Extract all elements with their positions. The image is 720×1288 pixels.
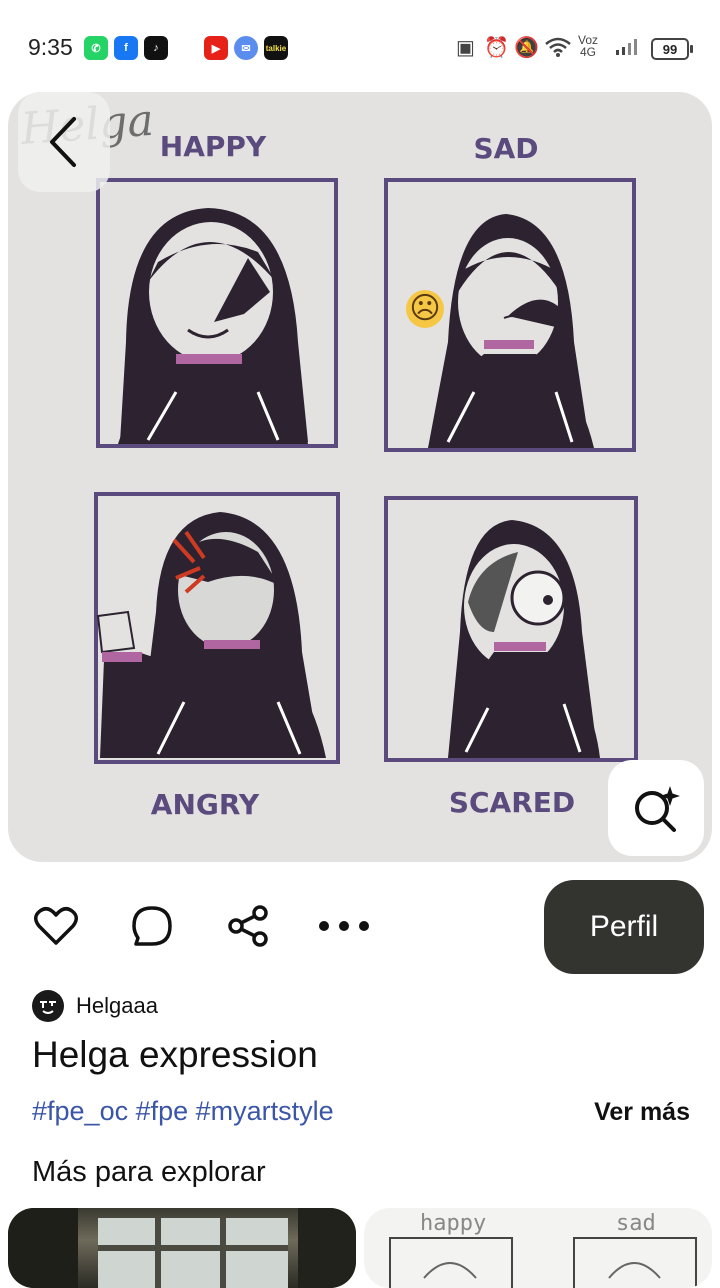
panel-label-scared: SCARED: [449, 786, 575, 819]
ellipsis-icon: [319, 921, 369, 931]
explore-thumbnail-2[interactable]: happy sad: [364, 1208, 712, 1288]
thumbnail-label-sad: sad: [616, 1211, 656, 1236]
panel-label-sad: SAD: [473, 132, 538, 165]
expression-sheet-artwork: Helga HAPPY SAD ANGRY SCARED: [18, 95, 638, 821]
comment-bubble-icon: [132, 906, 172, 946]
talkie-icon: talkie: [264, 36, 288, 60]
thumbnail-sketch: happy sad: [389, 1211, 697, 1288]
author-name[interactable]: Helgaaa: [76, 993, 158, 1019]
panel-label-angry: ANGRY: [151, 788, 260, 821]
status-time: 9:35: [28, 34, 73, 60]
more-options-button[interactable]: [318, 900, 370, 952]
thumbnail-label-happy: happy: [420, 1211, 486, 1236]
status-bar: 9:35 ✆ f ♪ ▶ ✉ talkie ▣ ⏰ 🔕 Voz 4G 99: [0, 0, 720, 92]
figure-happy: [118, 208, 308, 444]
visual-search-button[interactable]: [608, 760, 704, 856]
see-more-link[interactable]: Ver más: [594, 1098, 690, 1127]
network-label-bottom: 4G: [580, 45, 597, 59]
pin-image[interactable]: Helga HAPPY SAD ANGRY SCARED: [8, 92, 712, 862]
facebook-icon: f: [114, 36, 138, 60]
figure-angry: [96, 512, 326, 758]
hashtags-link[interactable]: #fpe_oc #fpe #myartstyle: [32, 1096, 334, 1127]
battery-indicator: 99: [651, 38, 693, 60]
messenger-icon: ✉: [234, 36, 258, 60]
alarm-icon: ⏰: [484, 37, 509, 59]
signal-icon: [614, 36, 642, 62]
thumbnail-photo: [8, 1208, 356, 1288]
share-button[interactable]: [222, 900, 274, 952]
nfc-icon: ▣: [456, 37, 475, 59]
comment-button[interactable]: [126, 900, 178, 952]
profile-button[interactable]: Perfil: [544, 880, 704, 974]
bell-muted-icon: 🔕: [514, 37, 539, 59]
figure-sad: [428, 214, 594, 448]
panel-label-happy: HAPPY: [160, 130, 267, 163]
network-type: Voz 4G: [578, 34, 598, 58]
whatsapp-icon: ✆: [84, 36, 108, 60]
share-icon: [228, 905, 268, 947]
youtube-icon: ▶: [204, 36, 228, 60]
like-button[interactable]: [30, 900, 82, 952]
lens-sparkle-icon: [635, 786, 680, 832]
tiktok-icon: ♪: [144, 36, 168, 60]
figure-scared: [448, 520, 600, 758]
back-button[interactable]: [18, 92, 110, 192]
explore-thumbnail-1[interactable]: [8, 1208, 356, 1288]
avatar-face-icon: [40, 1001, 56, 1014]
wifi-icon: [544, 36, 572, 64]
pin-title: Helga expression: [32, 1034, 318, 1075]
explore-heading: Más para explorar: [32, 1156, 266, 1188]
chevron-left-icon: [50, 117, 76, 167]
avatar[interactable]: [32, 990, 64, 1022]
sad-emoji: ☹: [406, 290, 444, 328]
author-row[interactable]: Helgaaa: [32, 990, 158, 1022]
heart-icon: [34, 907, 78, 945]
